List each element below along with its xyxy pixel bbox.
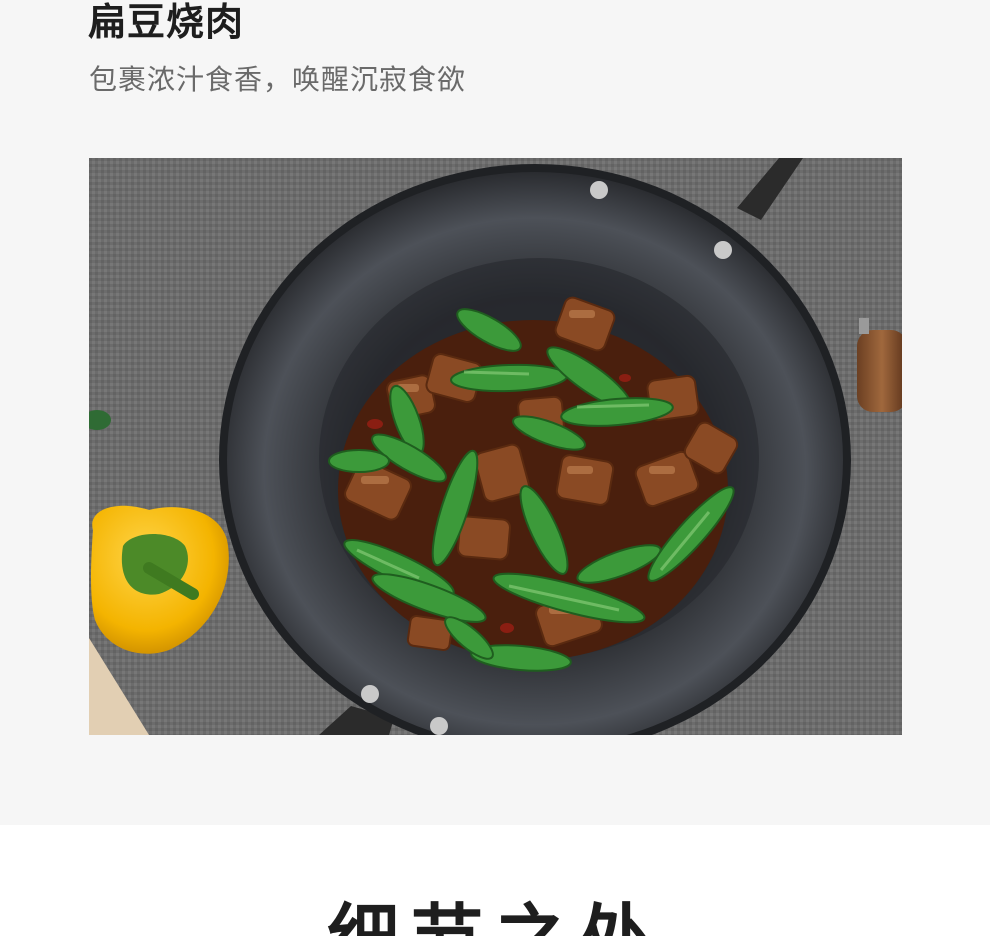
dish-showcase-band: 扁豆烧肉 包裹浓汁食香，唤醒沉寂食欲: [0, 0, 990, 825]
next-section-heading: 细节之处: [0, 898, 990, 936]
dish-title: 扁豆烧肉: [88, 0, 245, 44]
wok-food-photo: [89, 158, 902, 735]
product-detail-page: 扁豆烧肉 包裹浓汁食香，唤醒沉寂食欲: [0, 0, 990, 936]
dish-subtitle: 包裹浓汁食香，唤醒沉寂食欲: [89, 63, 467, 96]
wok-food-illustration: [89, 158, 902, 735]
